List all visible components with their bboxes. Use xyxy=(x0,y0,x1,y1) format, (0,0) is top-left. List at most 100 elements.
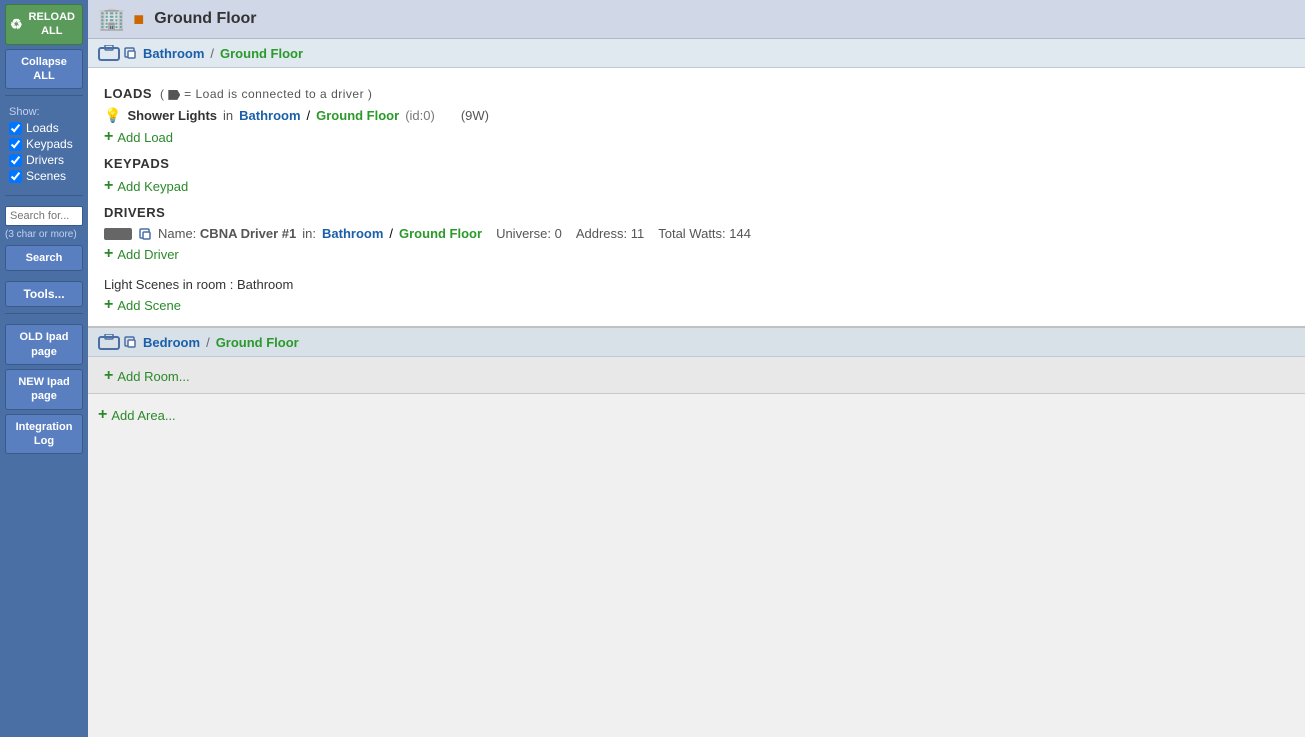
sidebar-divider xyxy=(5,95,83,96)
add-keypad-label: Add Keypad xyxy=(117,179,188,194)
search-hint: (3 char or more) xyxy=(5,228,83,241)
bathroom-header: Bathroom / Ground Floor xyxy=(88,39,1305,68)
new-ipad-label: NEW Ipad page xyxy=(18,376,69,402)
bathroom-floor-link[interactable]: Ground Floor xyxy=(220,46,303,61)
room-icon xyxy=(98,45,137,61)
show-scenes-label: Scenes xyxy=(26,169,66,183)
bedroom-room-link[interactable]: Bedroom xyxy=(143,335,200,350)
main-content: 🏢 ■ Ground Floor Bathroom / Ground Floor xyxy=(88,0,1305,737)
bedroom-room-svg-icon xyxy=(98,334,120,350)
floor-title: Ground Floor xyxy=(154,10,256,28)
load-sep: / xyxy=(307,108,311,123)
loads-hint: ( = Load is connected to a driver ) xyxy=(156,87,372,101)
show-loads-checkbox[interactable] xyxy=(9,122,22,135)
show-scenes-checkbox[interactable] xyxy=(9,170,22,183)
collapse-all-button[interactable]: Collapse ALL xyxy=(5,49,83,90)
load-watts: (9W) xyxy=(461,108,489,123)
load-name: Shower Lights xyxy=(127,108,217,123)
add-area-row: + Add Area... xyxy=(88,394,1305,434)
add-room-button[interactable]: + Add Room... xyxy=(104,367,190,385)
driver-in-text: in: xyxy=(302,226,316,241)
add-scene-label: Add Scene xyxy=(117,298,181,313)
bedroom-copy-svg-icon xyxy=(123,335,137,349)
sidebar-divider-3 xyxy=(5,313,83,314)
sidebar-divider-2 xyxy=(5,195,83,196)
bulb-icon: 💡 xyxy=(104,107,121,124)
add-load-plus-icon: + xyxy=(104,128,113,146)
loads-header: LOADS ( = Load is connected to a driver … xyxy=(104,86,1289,101)
add-load-button[interactable]: + Add Load xyxy=(104,128,173,146)
new-ipad-button[interactable]: NEW Ipad page xyxy=(5,369,83,410)
tools-button[interactable]: Tools... xyxy=(5,281,83,307)
load-room-link[interactable]: Bathroom xyxy=(239,108,300,123)
driver-room-link[interactable]: Bathroom xyxy=(322,226,383,241)
add-driver-label: Add Driver xyxy=(117,247,178,262)
driver-item: Name: CBNA Driver #1 in: Bathroom / Grou… xyxy=(104,226,1289,241)
bedroom-floor-link[interactable]: Ground Floor xyxy=(216,335,299,350)
floor-name: Ground Floor xyxy=(154,10,256,27)
show-keypads-checkbox[interactable] xyxy=(9,138,22,151)
reload-all-button[interactable]: ♻ RELOAD ALL xyxy=(5,4,83,45)
search-box: (3 char or more) Search xyxy=(5,206,83,271)
add-scene-button[interactable]: + Add Scene xyxy=(104,296,181,314)
bathroom-sep: / xyxy=(210,46,214,61)
floor-title-icon: ■ xyxy=(133,9,144,30)
load-in-text: in xyxy=(223,108,233,123)
add-area-button[interactable]: + Add Area... xyxy=(98,406,176,424)
floor-building-icon: 🏢 xyxy=(98,6,125,32)
driver-name-label: Name: CBNA Driver #1 xyxy=(158,226,296,241)
show-loads-item[interactable]: Loads xyxy=(9,121,79,135)
drivers-header: DRIVERS xyxy=(104,205,1289,220)
show-scenes-item[interactable]: Scenes xyxy=(9,169,79,183)
show-keypads-item[interactable]: Keypads xyxy=(9,137,79,151)
driver-sep: / xyxy=(389,226,393,241)
show-keypads-label: Keypads xyxy=(26,137,73,151)
bedroom-section: Bedroom / Ground Floor + Add Room... xyxy=(88,328,1305,394)
reload-icon: ♻ xyxy=(10,15,23,33)
driver-address: Address: 11 xyxy=(576,226,644,241)
show-drivers-checkbox[interactable] xyxy=(9,154,22,167)
add-load-label: Add Load xyxy=(117,130,173,145)
load-id: (id:0) xyxy=(405,108,435,123)
top-header: 🏢 ■ Ground Floor xyxy=(88,0,1305,39)
copy-svg-icon xyxy=(123,46,137,60)
driver-bar-icon xyxy=(104,228,132,240)
driver-total-watts: Total Watts: 144 xyxy=(658,226,751,241)
add-driver-plus-icon: + xyxy=(104,245,113,263)
add-scene-plus-icon: + xyxy=(104,296,113,314)
driver-floor-link[interactable]: Ground Floor xyxy=(399,226,482,241)
load-floor-link[interactable]: Ground Floor xyxy=(316,108,399,123)
room-svg-icon xyxy=(98,45,120,61)
show-loads-label: Loads xyxy=(26,121,59,135)
show-section: Show: Loads Keypads Drivers Scenes xyxy=(5,102,83,189)
tag-icon-inline xyxy=(168,90,180,100)
load-item: 💡 Shower Lights in Bathroom / Ground Flo… xyxy=(104,107,1289,124)
bedroom-content: + Add Room... xyxy=(88,357,1305,393)
search-button[interactable]: Search xyxy=(5,245,83,271)
add-area-plus-icon: + xyxy=(98,406,107,424)
show-drivers-item[interactable]: Drivers xyxy=(9,153,79,167)
bathroom-room-link[interactable]: Bathroom xyxy=(143,46,204,61)
old-ipad-label: OLD Ipad page xyxy=(20,331,69,357)
bedroom-sep: / xyxy=(206,335,210,350)
add-room-label: Add Room... xyxy=(117,369,189,384)
bedroom-room-icon xyxy=(98,334,137,350)
add-driver-button[interactable]: + Add Driver xyxy=(104,245,179,263)
bathroom-section: Bathroom / Ground Floor LOADS ( = Load i… xyxy=(88,39,1305,328)
driver-universe: Universe: 0 xyxy=(496,226,562,241)
search-input[interactable] xyxy=(5,206,83,226)
driver-copy-icon xyxy=(138,227,152,241)
keypads-header: KEYPADS xyxy=(104,156,1289,171)
add-keypad-plus-icon: + xyxy=(104,177,113,195)
add-keypad-button[interactable]: + Add Keypad xyxy=(104,177,188,195)
driver-name-value: CBNA Driver #1 xyxy=(200,226,296,241)
show-drivers-label: Drivers xyxy=(26,153,64,167)
bedroom-header: Bedroom / Ground Floor xyxy=(88,328,1305,357)
scenes-title: Light Scenes in room : Bathroom xyxy=(104,277,1289,292)
old-ipad-button[interactable]: OLD Ipad page xyxy=(5,324,83,365)
integration-log-button[interactable]: Integration Log xyxy=(5,414,83,455)
add-area-label: Add Area... xyxy=(111,408,175,423)
integration-log-label: Integration Log xyxy=(16,421,73,447)
add-room-plus-icon: + xyxy=(104,367,113,385)
bathroom-content: LOADS ( = Load is connected to a driver … xyxy=(88,68,1305,326)
